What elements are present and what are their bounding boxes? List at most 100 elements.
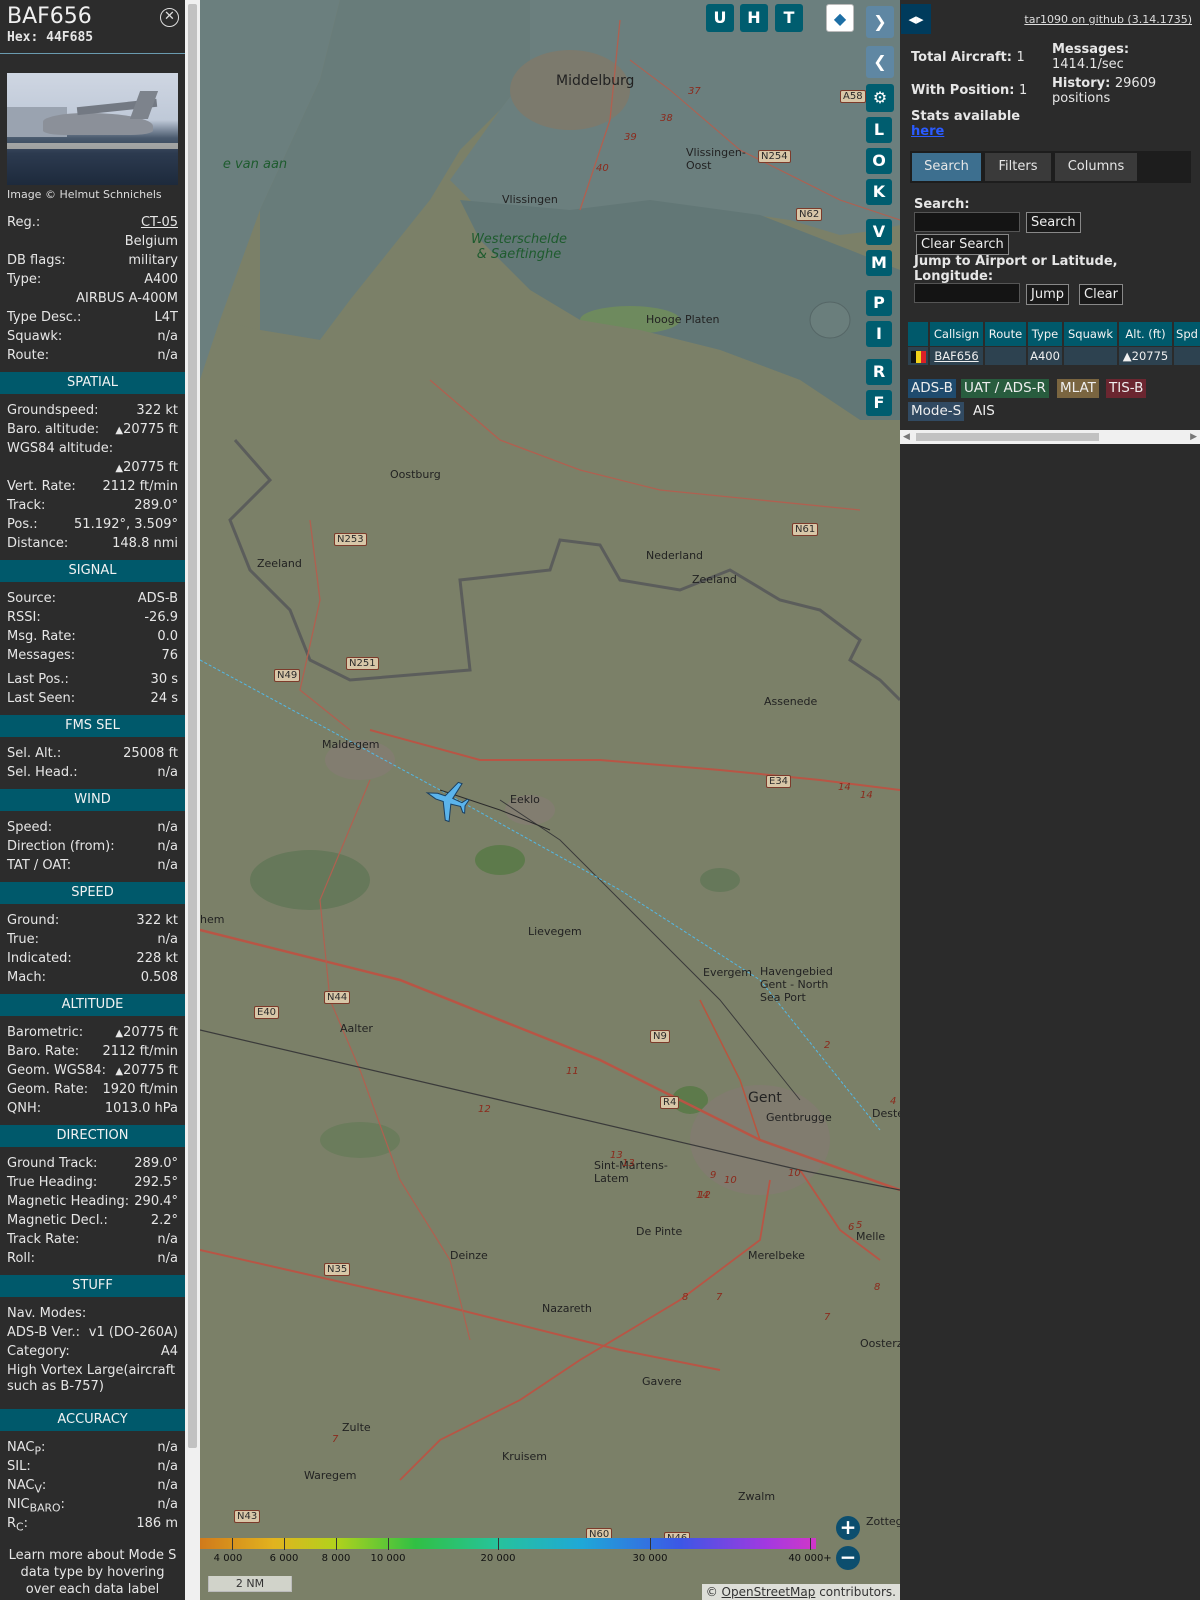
tab-search[interactable]: Search <box>912 153 981 181</box>
next-aircraft-icon[interactable]: ❯ <box>866 6 894 38</box>
info-row: Magnetic Decl.: 2.2° <box>0 1211 185 1230</box>
map-place-label: Merelbeke <box>748 1249 805 1262</box>
map-attribution: © OpenStreetMap contributors. <box>701 1584 900 1600</box>
layers-icon[interactable]: ◆ <box>826 4 854 32</box>
toggle-l-button[interactable]: L <box>866 117 892 143</box>
osm-link[interactable]: OpenStreetMap <box>722 1585 816 1599</box>
map-place-label: Zottege <box>866 1515 900 1528</box>
info-row: Last Seen: 24 s <box>0 689 185 708</box>
tab-filters[interactable]: Filters <box>985 153 1051 181</box>
toggle-h-button[interactable]: H <box>740 4 768 32</box>
legend-adsb[interactable]: ADS-B <box>908 379 956 398</box>
info-row: Roll: n/a <box>0 1249 185 1268</box>
info-row: NACP: n/a <box>0 1438 185 1458</box>
aircraft-photo[interactable] <box>7 73 178 185</box>
info-label: QNH: <box>7 1101 42 1116</box>
photo-credit: Image © Helmut Schnichels <box>7 188 162 201</box>
row-squawk[interactable] <box>1064 347 1117 365</box>
road-number-label: 8 <box>874 1282 881 1293</box>
jump-button[interactable]: Jump <box>1026 284 1069 305</box>
collapse-sidebar-icon[interactable]: ◂▸ <box>901 4 931 34</box>
legend-tisb[interactable]: TIS-B <box>1106 379 1147 398</box>
road-number-label: 13 <box>622 1158 635 1169</box>
selected-hex: Hex: 44F685 <box>7 30 94 45</box>
table-horizontal-scrollbar[interactable]: ◀ ▶ <box>900 430 1200 444</box>
info-value: 76 <box>161 648 178 663</box>
toggle-p-button[interactable]: P <box>866 290 892 316</box>
toggle-u-button[interactable]: U <box>706 4 734 32</box>
search-label: Search: <box>914 197 970 212</box>
info-label: Ground Track: <box>7 1156 98 1171</box>
total-aircraft: Total Aircraft: 1 <box>911 50 1025 65</box>
col-route[interactable]: Route <box>985 322 1026 346</box>
clear-search-button[interactable]: Clear Search <box>916 234 1009 255</box>
info-row: Track Rate: n/a <box>0 1230 185 1249</box>
info-value[interactable]: CT-05 <box>141 213 178 232</box>
legend-uat[interactable]: UAT / ADS-R <box>961 379 1049 398</box>
sidebar-scrollbar[interactable] <box>185 0 200 1600</box>
col-type[interactable]: Type <box>1028 322 1062 346</box>
map-view[interactable]: Middelburg Vlissingen Vlissingen-Oost Weste… <box>200 0 900 1600</box>
legend-label: 10 000 <box>370 1553 406 1564</box>
legend-modes[interactable]: Mode-S <box>908 402 965 421</box>
info-label: Geom. Rate: <box>7 1082 89 1097</box>
with-position: With Position: 1 <box>911 83 1028 98</box>
toggle-t-button[interactable]: T <box>775 4 803 32</box>
stats-here-link[interactable]: here <box>911 124 944 139</box>
row-type[interactable]: A400 <box>1028 347 1062 365</box>
info-label: True Heading: <box>7 1175 98 1190</box>
toggle-o-button[interactable]: O <box>866 148 892 174</box>
info-value: ADS-B <box>137 591 178 606</box>
map-place-label: Zwalm <box>738 1490 776 1503</box>
info-value: n/a <box>157 858 178 873</box>
tab-columns[interactable]: Columns <box>1055 153 1137 181</box>
row-route[interactable] <box>985 347 1026 365</box>
zoom-in-button[interactable]: + <box>836 1516 860 1540</box>
search-input[interactable] <box>914 212 1020 232</box>
jump-input[interactable] <box>914 283 1020 303</box>
info-value: 290.4° <box>134 1194 178 1209</box>
legend-label: 8 000 <box>321 1553 351 1564</box>
map-place-label: Nazareth <box>542 1302 592 1315</box>
toggle-k-button[interactable]: K <box>866 179 892 205</box>
search-button[interactable]: Search <box>1026 212 1081 233</box>
road-badge: N49 <box>274 669 301 682</box>
info-row: RSSI: -26.9 <box>0 608 185 627</box>
col-callsign[interactable]: Callsign <box>930 322 983 346</box>
road-badge: A58 <box>840 90 866 103</box>
info-value: n/a <box>157 839 178 854</box>
version-link[interactable]: tar1090 on github (3.14.1735) <box>1024 13 1192 26</box>
info-label: Magnetic Heading: <box>7 1194 130 1209</box>
position-row: Pos.: 51.192°, 3.509° <box>7 517 178 532</box>
map-place-label: Waregem <box>304 1469 357 1482</box>
info-row: Magnetic Heading: 290.4° <box>0 1192 185 1211</box>
row-callsign[interactable]: BAF656 <box>930 347 983 365</box>
toggle-i-button[interactable]: I <box>866 321 892 347</box>
row-speed[interactable] <box>1174 347 1200 365</box>
legend-mlat[interactable]: MLAT <box>1057 379 1099 398</box>
toggle-r-button[interactable]: R <box>866 359 892 385</box>
toggle-v-button[interactable]: V <box>866 219 892 245</box>
zoom-out-button[interactable]: − <box>836 1546 860 1570</box>
info-row: Speed: n/a <box>0 818 185 837</box>
row-altitude[interactable]: ▲20775 <box>1119 347 1172 365</box>
settings-gear-icon[interactable]: ⚙ <box>866 84 894 112</box>
info-label: Barometric: <box>7 1025 84 1040</box>
info-value: n/a <box>157 820 178 835</box>
col-speed[interactable]: Spd <box>1174 322 1200 346</box>
map-place-label: Melle <box>856 1230 886 1243</box>
col-squawk[interactable]: Squawk <box>1064 322 1117 346</box>
legend-ais[interactable]: AIS <box>970 402 998 421</box>
close-icon[interactable]: ✕ <box>160 8 179 27</box>
road-number-label: 7 <box>824 1312 831 1323</box>
clear-jump-button[interactable]: Clear <box>1079 284 1123 305</box>
info-row: DB flags: military <box>0 251 185 270</box>
toggle-m-button[interactable]: M <box>866 250 892 276</box>
prev-aircraft-icon[interactable]: ❮ <box>866 46 894 78</box>
col-altitude[interactable]: Alt. (ft) <box>1119 322 1172 346</box>
info-value: 24 s <box>150 691 178 706</box>
info-row: Type Desc.: L4T <box>0 308 185 327</box>
toggle-f-button[interactable]: F <box>866 390 892 416</box>
info-label: TAT / OAT: <box>7 858 72 873</box>
road-number-label: 7 <box>716 1292 723 1303</box>
